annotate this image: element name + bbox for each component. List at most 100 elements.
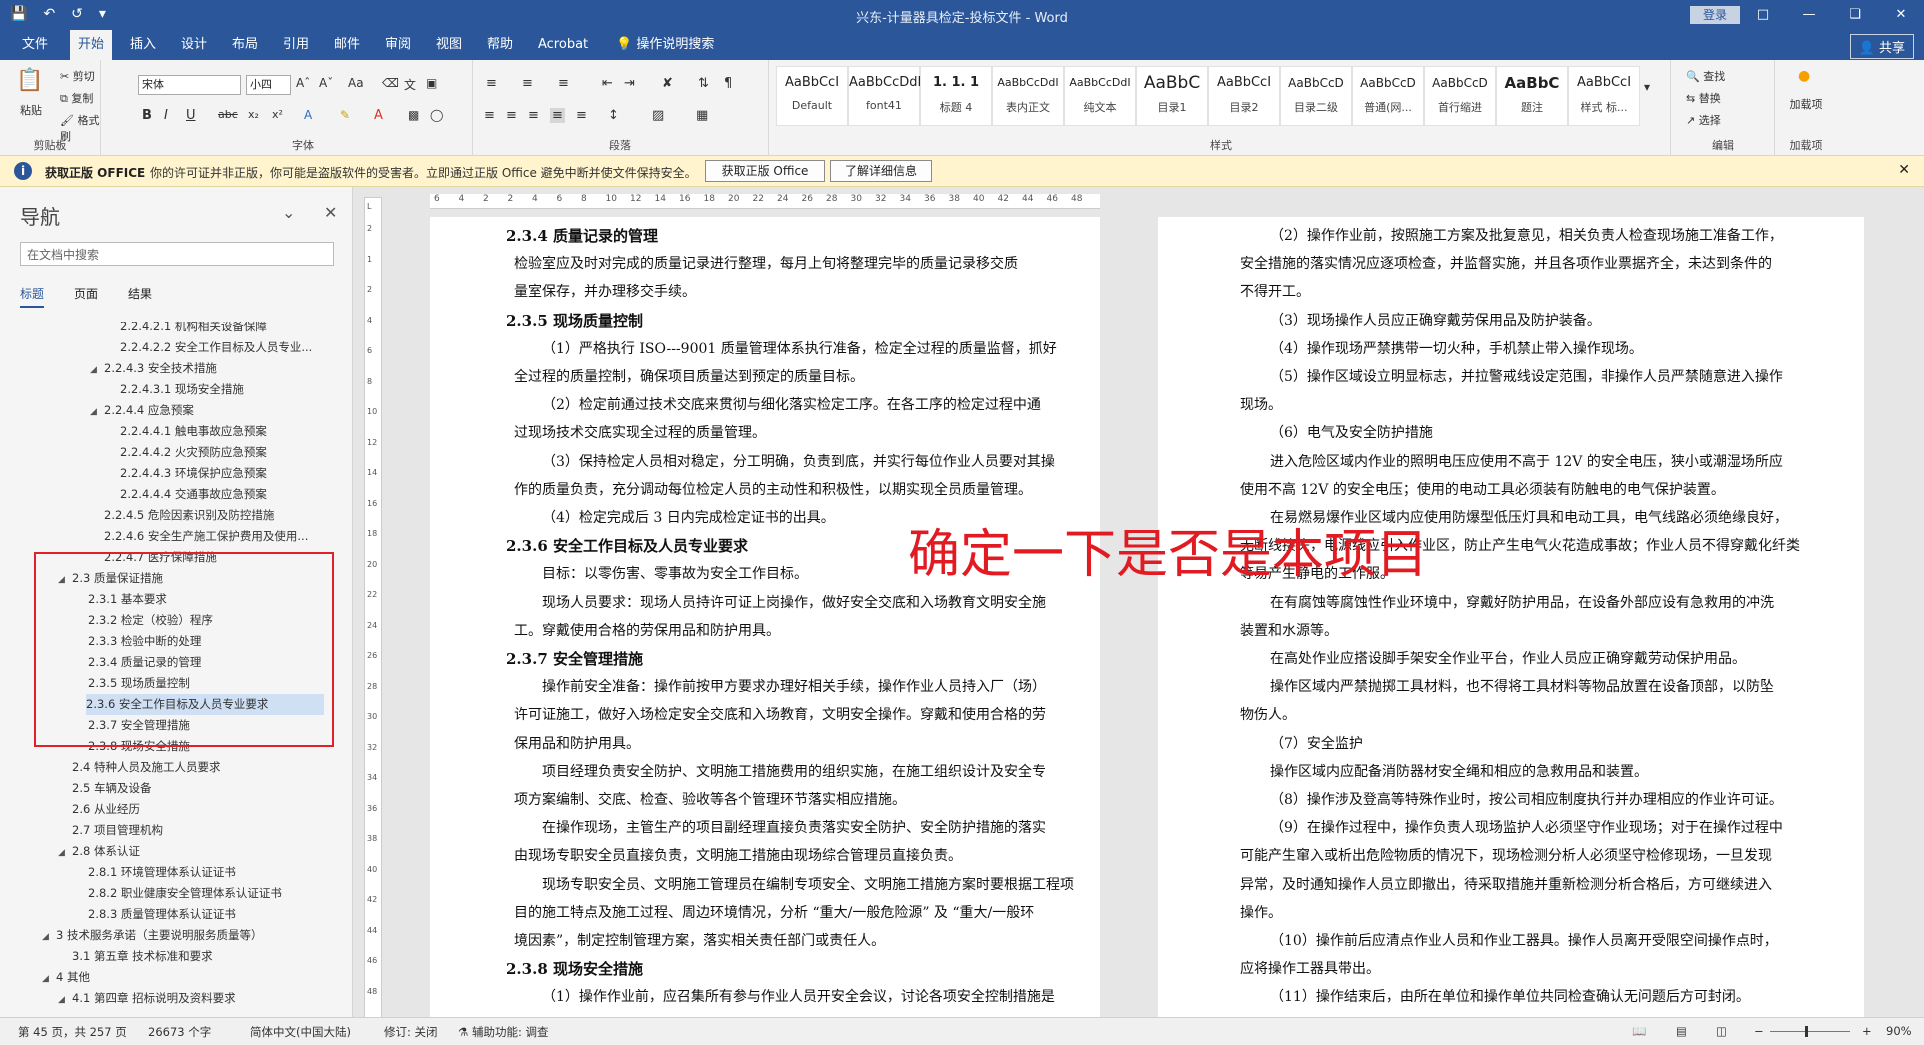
font-color-icon[interactable]: A <box>374 108 383 123</box>
borders-icon[interactable]: ▦ <box>696 108 708 123</box>
tab-help[interactable]: 帮助 <box>479 30 521 60</box>
nav-item[interactable]: 2.4 特种人员及施工人员要求 <box>72 757 220 778</box>
style-toc2[interactable]: AaBbCcI 目录2 <box>1208 66 1280 126</box>
nav-item[interactable]: 2.2.4.6 安全生产施工保护费用及使用... <box>104 526 308 547</box>
change-case-icon[interactable]: Aa <box>348 76 364 90</box>
maximize-icon[interactable]: ❏ <box>1832 0 1878 30</box>
nav-item[interactable]: 2.2.4.4.1 触电事故应急预案 <box>120 421 267 442</box>
justify-icon[interactable]: ≡ <box>550 108 565 123</box>
nav-item[interactable]: 2.2.4.4.4 交通事故应急预案 <box>120 484 267 505</box>
clear-format-icon[interactable]: ⌫ <box>382 76 399 90</box>
subscript-icon[interactable]: x₂ <box>248 108 259 121</box>
chinese-layout-icon[interactable]: ✘ <box>662 76 673 91</box>
style-custom[interactable]: AaBbCcI 样式 标... <box>1568 66 1640 126</box>
nav-item[interactable]: ◢ 4 其他 <box>42 967 90 988</box>
grow-font-icon[interactable]: Aˆ <box>296 76 310 90</box>
line-spacing-icon[interactable]: ↕ <box>608 108 619 123</box>
addin-icon[interactable]: ● <box>1798 68 1810 84</box>
nav-item[interactable]: 3.1 第五章 技术标准和要求 <box>72 946 213 967</box>
tab-home[interactable]: 开始 <box>70 30 113 60</box>
nav-item[interactable]: 2.2.4.2.2 安全工作目标及人员专业... <box>120 337 312 358</box>
read-mode-icon[interactable]: 📖 <box>1632 1024 1646 1038</box>
tab-view[interactable]: 视图 <box>428 30 470 60</box>
tab-references[interactable]: 引用 <box>275 30 317 60</box>
zoom-in-icon[interactable]: + <box>1862 1024 1872 1038</box>
distributed-icon[interactable]: ≡ <box>576 108 587 123</box>
text-effects-icon[interactable]: A <box>304 108 312 122</box>
align-left-icon[interactable]: ≡ <box>484 108 495 123</box>
sort-icon[interactable]: ⇅ <box>698 76 709 91</box>
char-border-icon[interactable]: ▣ <box>426 76 437 90</box>
page-count[interactable]: 第 45 页，共 257 页 <box>18 1024 127 1040</box>
multilevel-list-icon[interactable]: ≡ <box>558 76 569 91</box>
italic-icon[interactable]: I <box>164 108 168 123</box>
style-font41[interactable]: AaBbCcDdI font41 <box>848 66 921 126</box>
collapse-icon[interactable]: ◢ <box>90 360 104 381</box>
styles-more-icon[interactable]: ▾ <box>1644 80 1650 94</box>
nav-item[interactable]: 2.8.2 职业健康安全管理体系认证证书 <box>88 883 282 904</box>
close-icon[interactable]: ✕ <box>1878 0 1924 30</box>
get-genuine-button[interactable]: 获取正版 Office <box>705 160 825 182</box>
share-button[interactable]: 👤 共享 <box>1849 34 1914 59</box>
nav-close-icon[interactable]: ✕ <box>324 203 337 222</box>
nav-item[interactable]: 2.2.4.2.1 机构相关设备保障 <box>120 322 267 337</box>
minimize-icon[interactable]: — <box>1786 0 1832 30</box>
paste-icon[interactable]: 📋 <box>16 68 43 93</box>
nav-item[interactable]: 2.7 项目管理机构 <box>72 820 163 841</box>
print-layout-icon[interactable]: ▤ <box>1676 1024 1687 1038</box>
char-shading-icon[interactable]: ▩ <box>408 108 419 122</box>
track-changes-status[interactable]: 修订: 关闭 <box>384 1024 438 1040</box>
language-status[interactable]: 简体中文(中国大陆) <box>250 1024 351 1040</box>
learn-more-button[interactable]: 了解详细信息 <box>830 160 932 182</box>
style-caption[interactable]: AaBbC 题注 <box>1496 66 1568 126</box>
underline-icon[interactable]: U <box>186 108 196 123</box>
nav-item[interactable]: ◢ 4.1 第四章 招标说明及资料要求 <box>58 988 236 1009</box>
cut-button[interactable]: ✂ 剪切 <box>60 68 95 84</box>
collapse-icon[interactable]: ◢ <box>42 927 56 948</box>
tab-acrobat[interactable]: Acrobat <box>530 30 596 60</box>
web-layout-icon[interactable]: ◫ <box>1716 1024 1727 1038</box>
style-toc-level2[interactable]: AaBbCcD 目录二级 <box>1280 66 1352 126</box>
nav-item[interactable]: ◢ 2.8 体系认证 <box>58 841 140 862</box>
align-right-icon[interactable]: ≡ <box>528 108 539 123</box>
style-default[interactable]: AaBbCcI Default <box>776 66 848 126</box>
ruler-corner-icon[interactable]: L <box>367 202 371 211</box>
nav-options-icon[interactable]: ⌄ <box>282 203 295 222</box>
style-plain-text[interactable]: AaBbCcDdI 纯文本 <box>1064 66 1136 126</box>
close-warning-icon[interactable]: ✕ <box>1898 162 1910 178</box>
nav-item[interactable]: 2.8.1 环境管理体系认证证书 <box>88 862 236 883</box>
superscript-icon[interactable]: x² <box>272 108 283 121</box>
tab-review[interactable]: 审阅 <box>377 30 419 60</box>
highlight-icon[interactable]: ✎ <box>340 108 350 122</box>
nav-item[interactable]: ◢ 2.2.4.4 应急预案 <box>90 400 194 421</box>
shading-icon[interactable]: ▨ <box>652 108 664 123</box>
style-toc1[interactable]: AaBbC 目录1 <box>1136 66 1208 126</box>
nav-item[interactable]: 2.5 车辆及设备 <box>72 778 151 799</box>
nav-item[interactable]: 2.2.4.3.1 现场安全措施 <box>120 379 244 400</box>
tab-mailings[interactable]: 邮件 <box>326 30 368 60</box>
replace-button[interactable]: ⇆ 替换 <box>1686 90 1721 106</box>
collapse-icon[interactable]: ◢ <box>90 402 104 423</box>
ribbon-display-icon[interactable]: □ <box>1740 0 1786 30</box>
strikethrough-icon[interactable]: abc <box>218 108 238 121</box>
tab-file[interactable]: 文件 <box>14 30 56 60</box>
nav-item[interactable]: 2.2.4.5 危险因素识别及防控措施 <box>104 505 274 526</box>
nav-tab-results[interactable]: 结果 <box>128 285 152 308</box>
enclose-char-icon[interactable]: ◯ <box>430 108 443 122</box>
nav-tab-pages[interactable]: 页面 <box>74 285 98 308</box>
collapse-icon[interactable]: ◢ <box>42 969 56 990</box>
nav-item[interactable]: 2.2.4.4.2 火灾预防应急预案 <box>120 442 267 463</box>
style-heading4[interactable]: 1. 1. 1 标题 4 <box>920 66 992 126</box>
zoom-slider-thumb[interactable] <box>1805 1026 1808 1037</box>
decrease-indent-icon[interactable]: ⇤ <box>602 76 613 91</box>
nav-item[interactable]: 2.8.3 质量管理体系认证证书 <box>88 904 236 925</box>
copy-button[interactable]: ⧉ 复制 <box>60 90 93 106</box>
tell-me-search[interactable]: 💡 操作说明搜索 <box>608 30 722 60</box>
style-first-indent[interactable]: AaBbCcD 首行缩进 <box>1424 66 1496 126</box>
align-center-icon[interactable]: ≡ <box>506 108 517 123</box>
login-button[interactable]: 登录 <box>1690 6 1740 24</box>
nav-item[interactable]: 2.6 从业经历 <box>72 799 140 820</box>
load-addins-button[interactable]: 加载项 <box>1788 96 1824 112</box>
document-page-right[interactable]: （2）操作作业前，按照施工方案及批复意见，相关负责人检查现场施工准备工作， 安全措… <box>1158 217 1864 1017</box>
nav-search-input[interactable]: 在文档中搜索 <box>20 242 334 266</box>
